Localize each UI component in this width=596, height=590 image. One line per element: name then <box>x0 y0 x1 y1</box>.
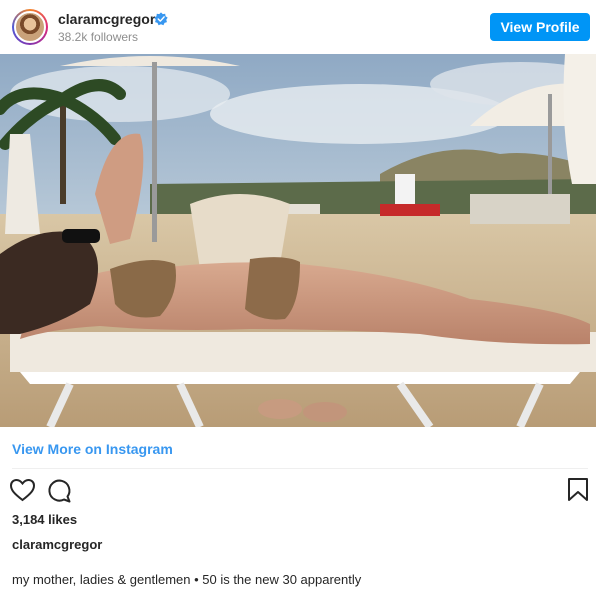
divider <box>12 468 588 469</box>
post-photo[interactable] <box>0 54 596 427</box>
likes-count[interactable]: 3,184 likes <box>12 512 77 527</box>
view-profile-button[interactable]: View Profile <box>490 13 590 41</box>
post-header: claramcgregor 38.2k followers View Profi… <box>0 0 596 54</box>
followers-count: 38.2k followers <box>58 30 139 44</box>
header-username[interactable]: claramcgregor <box>58 11 155 27</box>
caption-username[interactable]: claramcgregor <box>12 537 102 552</box>
bookmark-icon[interactable] <box>567 477 589 503</box>
heart-icon[interactable] <box>9 478 36 502</box>
beach-photo-image <box>0 54 596 427</box>
comment-icon[interactable] <box>46 478 72 504</box>
view-more-link[interactable]: View More on Instagram <box>12 441 173 457</box>
verified-badge-icon <box>154 12 168 26</box>
post-caption: my mother, ladies & gentlemen • 50 is th… <box>12 572 362 587</box>
avatar[interactable] <box>12 9 48 45</box>
